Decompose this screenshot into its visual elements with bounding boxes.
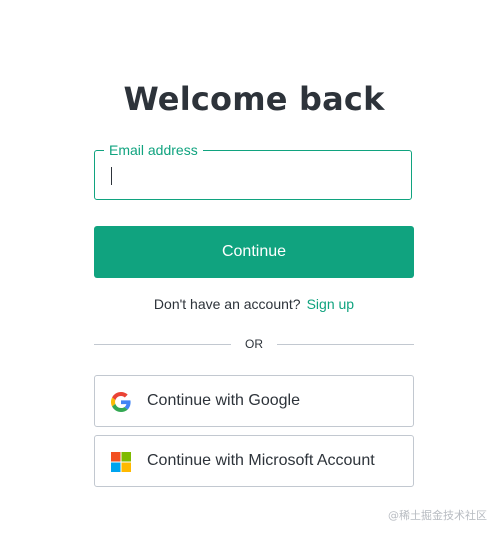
google-login-label: Continue with Google xyxy=(147,392,300,409)
page-title: Welcome back xyxy=(123,80,385,118)
microsoft-icon xyxy=(111,452,131,472)
signup-link[interactable]: Sign up xyxy=(307,296,354,312)
divider-line-right xyxy=(277,344,414,345)
continue-button[interactable]: Continue xyxy=(94,226,414,278)
email-field[interactable]: Email address xyxy=(94,141,412,200)
signup-row: Don't have an account? Sign up xyxy=(94,295,414,313)
text-caret xyxy=(111,167,112,185)
or-divider: OR xyxy=(94,336,414,352)
google-icon xyxy=(111,392,131,412)
email-input[interactable] xyxy=(109,161,403,191)
microsoft-login-button[interactable]: Continue with Microsoft Account xyxy=(94,435,414,487)
watermark: @稀土掘金技术社区 xyxy=(388,509,487,522)
google-login-button[interactable]: Continue with Google xyxy=(94,375,414,427)
signup-prompt: Don't have an account? xyxy=(153,296,301,312)
email-label: Email address xyxy=(104,141,203,159)
microsoft-login-label: Continue with Microsoft Account xyxy=(147,452,375,469)
